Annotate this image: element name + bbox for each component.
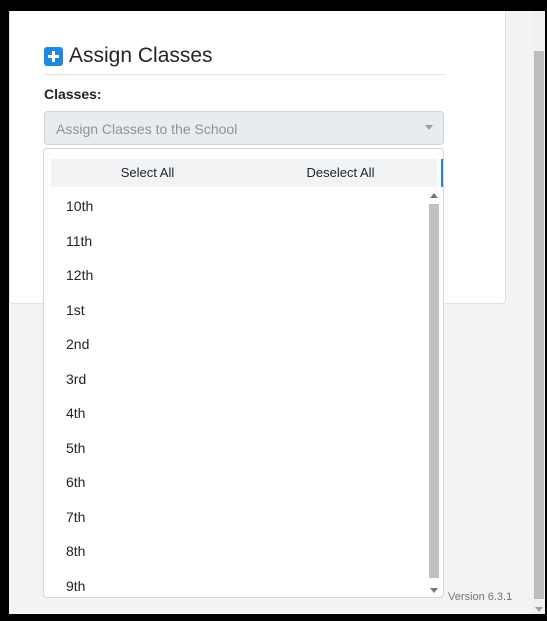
option-3rd[interactable]: 3rd xyxy=(44,362,431,397)
dropdown-actions: Select All Deselect All xyxy=(51,159,437,187)
scroll-down-icon[interactable] xyxy=(430,588,438,593)
focus-edge xyxy=(441,159,443,187)
deselect-all-button[interactable]: Deselect All xyxy=(244,159,437,187)
option-4th[interactable]: 4th xyxy=(44,396,431,431)
classes-dropdown: Select All Deselect All 10th 11th 12th 1… xyxy=(43,148,444,598)
option-5th[interactable]: 5th xyxy=(44,431,431,466)
page-scroll-down-icon[interactable] xyxy=(535,607,543,612)
option-1st[interactable]: 1st xyxy=(44,293,431,328)
option-12th[interactable]: 12th xyxy=(44,258,431,293)
option-2nd[interactable]: 2nd xyxy=(44,327,431,362)
classes-select[interactable]: Assign Classes to the School xyxy=(44,111,444,145)
page-scrollbar[interactable] xyxy=(533,11,545,614)
options-list: 10th 11th 12th 1st 2nd 3rd 4th 5th 6th 7… xyxy=(44,189,431,597)
dropdown-scrollbar[interactable] xyxy=(428,190,440,596)
option-8th[interactable]: 8th xyxy=(44,534,431,569)
classes-label: Classes: xyxy=(44,86,102,102)
option-10th[interactable]: 10th xyxy=(44,189,431,224)
header-divider xyxy=(44,74,446,75)
dropdown-scroll-thumb[interactable] xyxy=(429,204,439,578)
option-6th[interactable]: 6th xyxy=(44,465,431,500)
select-all-button[interactable]: Select All xyxy=(51,159,244,187)
card-header: Assign Classes xyxy=(44,44,213,68)
select-placeholder: Assign Classes to the School xyxy=(56,121,238,137)
plus-square-icon xyxy=(44,46,63,66)
app-frame: Assign Classes Classes: Assign Classes t… xyxy=(9,11,545,614)
option-9th[interactable]: 9th xyxy=(44,569,431,598)
option-11th[interactable]: 11th xyxy=(44,224,431,259)
page-title: Assign Classes xyxy=(69,44,213,67)
page-scroll-thumb[interactable] xyxy=(534,51,544,599)
scroll-up-icon[interactable] xyxy=(430,193,438,198)
option-7th[interactable]: 7th xyxy=(44,500,431,535)
caret-down-icon xyxy=(425,125,433,130)
version-label: Version 6.3.1 xyxy=(448,591,513,603)
